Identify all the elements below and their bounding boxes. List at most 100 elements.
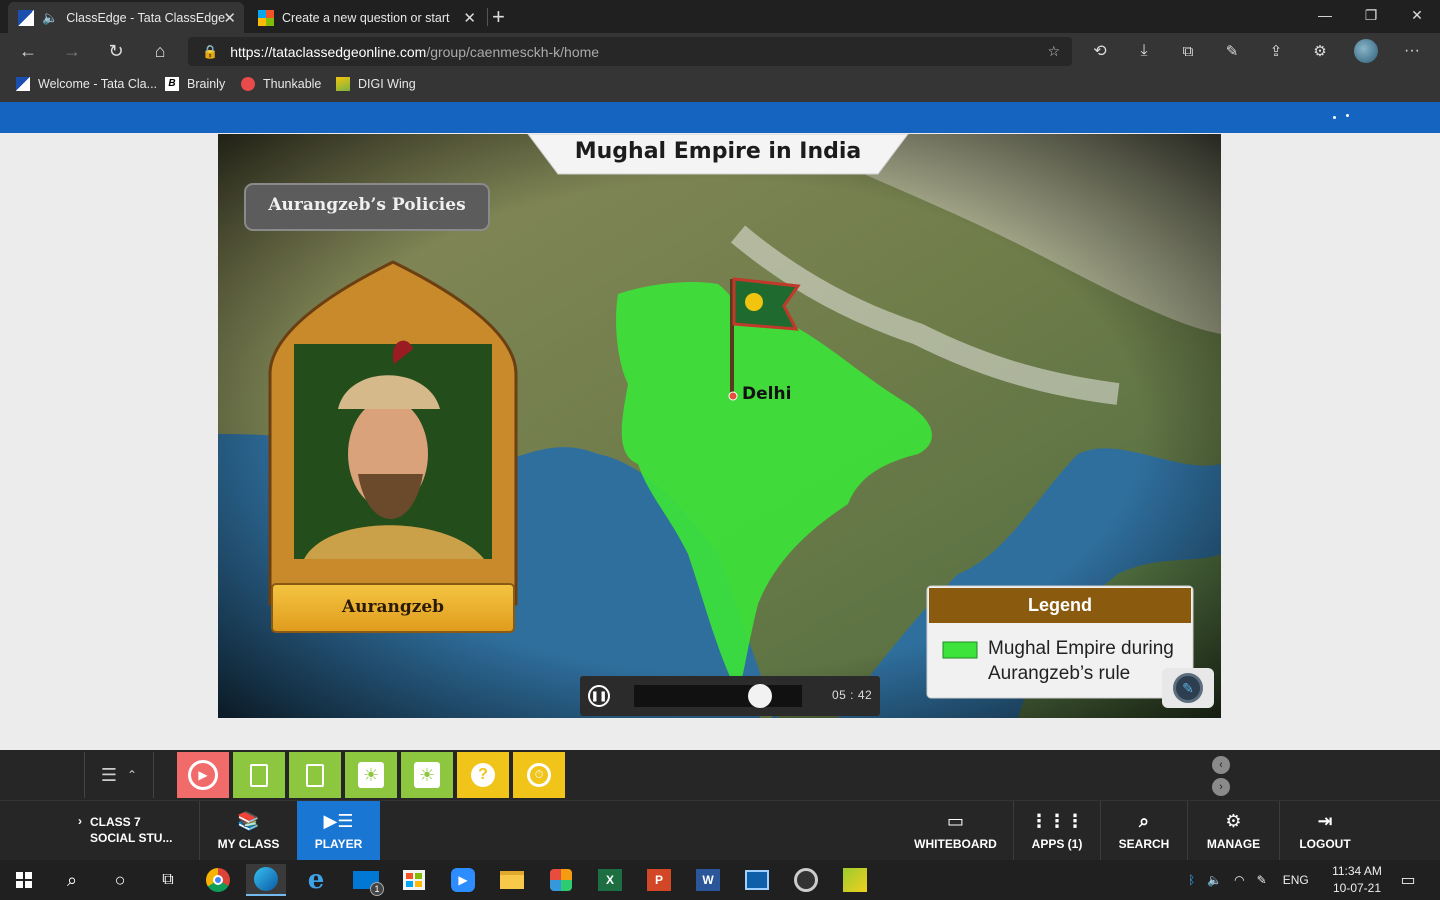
clock[interactable]: 11:34 AM 10-07-21	[1330, 863, 1384, 897]
browser-tab-bar: 🔈 ClassEdge - Tata ClassEdge ✕ Create a …	[0, 0, 1440, 33]
tab-title: ClassEdge - Tata ClassEdge	[66, 10, 226, 25]
legend-text-line1: Mughal Empire during	[988, 638, 1174, 659]
bookmark-brainly[interactable]: B Brainly	[165, 77, 225, 91]
pen-icon[interactable]: ✎	[1257, 873, 1267, 887]
bluetooth-icon[interactable]: ᛒ	[1188, 873, 1195, 887]
minimize-button[interactable]: —	[1302, 0, 1348, 30]
books-icon: 📚	[237, 811, 260, 831]
nav-player[interactable]: ▶☰ PLAYER	[297, 801, 380, 861]
close-tab-icon[interactable]: ✕	[463, 9, 476, 27]
chrome-icon[interactable]	[198, 864, 238, 896]
edit-note-icon[interactable]: ✎	[1162, 668, 1214, 708]
address-bar[interactable]: 🔒 https://tataclassedgeonline.com/group/…	[188, 37, 1072, 66]
nav-label: PLAYER	[314, 837, 363, 851]
class-selector[interactable]: › CLASS 7 SOCIAL STU...	[78, 814, 172, 846]
web-capture-icon[interactable]: ✎	[1217, 36, 1247, 66]
favorite-add-icon[interactable]: ☆	[1047, 43, 1060, 60]
whiteboard-icon: ▭	[946, 811, 964, 831]
file-explorer-icon[interactable]	[492, 864, 532, 896]
nav-manage[interactable]: ⚙ MANAGE	[1188, 801, 1279, 861]
bookmark-welcome[interactable]: Welcome - Tata Cla...	[16, 77, 157, 91]
replay-button[interactable]: ▶	[177, 752, 229, 798]
windows-taskbar: ⌕ ○ ⧉ e 1 ▶ X P W ᛒ 🔈 ◠ ✎ ENG 11:34 AM 1…	[0, 860, 1440, 900]
whiteboard-app-icon[interactable]	[737, 864, 777, 896]
bookmark-digi-wing[interactable]: DIGI Wing	[336, 77, 416, 91]
tab-classedge[interactable]: 🔈 ClassEdge - Tata ClassEdge ✕	[8, 2, 244, 33]
outline-icon[interactable]: ☰ ⌃	[84, 752, 154, 798]
refresh-icon[interactable]: ↻	[101, 36, 131, 66]
nav-my-class[interactable]: 📚 MY CLASS	[200, 801, 297, 861]
digi-wing-icon	[336, 77, 350, 91]
microsoft-favicon-icon	[258, 9, 274, 26]
seek-knob[interactable]	[748, 684, 772, 708]
idea-button-2[interactable]: ☀	[401, 752, 453, 798]
back-icon[interactable]: ←	[13, 36, 43, 66]
idea-button-1[interactable]: ☀	[345, 752, 397, 798]
profile-avatar[interactable]	[1351, 36, 1381, 66]
tata-classedge-app-icon[interactable]	[835, 864, 875, 896]
home-icon[interactable]: ⌂	[145, 36, 175, 66]
nav-apps[interactable]: ⋮⋮⋮ APPS (1)	[1014, 801, 1100, 861]
speaker-icon[interactable]: 🔈	[42, 10, 58, 26]
history-icon[interactable]: ⟲	[1085, 36, 1115, 66]
forward-icon[interactable]: →	[57, 36, 87, 66]
notifications-icon[interactable]: ▭	[1388, 864, 1428, 896]
collections-icon[interactable]: ⧉	[1173, 36, 1203, 66]
cortana-icon[interactable]: ○	[100, 864, 140, 896]
scroll-down-icon[interactable]: ›	[1212, 778, 1230, 796]
clock-time: 11:34 AM	[1332, 864, 1382, 878]
task-view-icon[interactable]: ⧉	[148, 864, 188, 896]
close-tab-icon[interactable]: ✕	[223, 9, 236, 27]
settings-menu-icon[interactable]: ···	[1397, 36, 1427, 66]
app-header-bar	[0, 102, 1440, 133]
chevron-up-icon[interactable]: ⌃	[127, 768, 137, 782]
lesson-slide[interactable]: Mughal Empire in India Aurangzeb’s Polic…	[218, 134, 1221, 718]
pause-button[interactable]: ❚❚	[588, 685, 610, 707]
nav-label: WHITEBOARD	[914, 837, 997, 851]
paint-3d-icon[interactable]	[541, 864, 581, 896]
scroll-up-icon[interactable]: ‹	[1212, 756, 1230, 774]
policies-heading: Aurangzeb’s Policies	[268, 195, 466, 215]
player-list-icon: ▶☰	[323, 811, 354, 831]
restore-button[interactable]: ❐	[1348, 0, 1394, 30]
mail-icon[interactable]: 1	[346, 864, 386, 896]
volume-icon[interactable]: 🔈	[1207, 873, 1222, 887]
powerpoint-icon[interactable]: P	[639, 864, 679, 896]
lesson-tool-strip: ☰ ⌃ ▶ ☀ ☀ ? ⏱ ‹ ›	[0, 750, 1440, 800]
nav-label: SEARCH	[1118, 837, 1170, 851]
delhi-label: Delhi	[742, 384, 792, 404]
replay-icon: ▶	[188, 760, 218, 790]
quiz-button[interactable]: ?	[457, 752, 509, 798]
search-icon[interactable]: ⌕	[52, 864, 92, 896]
timed-quiz-button[interactable]: ⏱	[513, 752, 565, 798]
nav-logout[interactable]: ⇥ LOGOUT	[1280, 801, 1370, 861]
playback-time: 05 : 42	[832, 688, 873, 702]
notes-button-1[interactable]	[233, 752, 285, 798]
internet-explorer-icon[interactable]: e	[296, 864, 336, 896]
bookmarks-bar: Welcome - Tata Cla... B Brainly Thunkable…	[0, 69, 1440, 102]
bookmark-thunkable[interactable]: Thunkable	[241, 77, 321, 91]
word-icon[interactable]: W	[688, 864, 728, 896]
player-controls: ❚❚ 05 : 42	[580, 676, 880, 716]
extensions-icon[interactable]: ⚙	[1305, 36, 1335, 66]
nav-search[interactable]: ⌕ SEARCH	[1101, 801, 1187, 861]
zoom-icon[interactable]: ▶	[443, 864, 483, 896]
store-icon[interactable]	[394, 864, 434, 896]
edge-icon[interactable]	[246, 864, 286, 896]
language-indicator[interactable]: ENG	[1283, 873, 1309, 887]
notes-button-2[interactable]	[289, 752, 341, 798]
nav-whiteboard[interactable]: ▭ WHITEBOARD	[898, 801, 1013, 861]
logout-icon: ⇥	[1317, 811, 1333, 831]
tab-title: Create a new question or start a	[282, 10, 452, 25]
media-player-icon[interactable]	[786, 864, 826, 896]
download-icon[interactable]: ⤓	[1129, 36, 1159, 66]
wifi-icon[interactable]: ◠	[1234, 873, 1244, 887]
share-icon[interactable]: ⇪	[1261, 36, 1291, 66]
seek-track[interactable]	[634, 684, 802, 708]
excel-icon[interactable]: X	[590, 864, 630, 896]
portrait-name: Aurangzeb	[341, 597, 445, 617]
tab-create-question[interactable]: Create a new question or start a ✕	[248, 2, 484, 33]
close-window-button[interactable]: ✕	[1394, 0, 1440, 30]
windows-start-icon[interactable]	[4, 864, 44, 896]
new-tab-button[interactable]: +	[492, 4, 505, 30]
